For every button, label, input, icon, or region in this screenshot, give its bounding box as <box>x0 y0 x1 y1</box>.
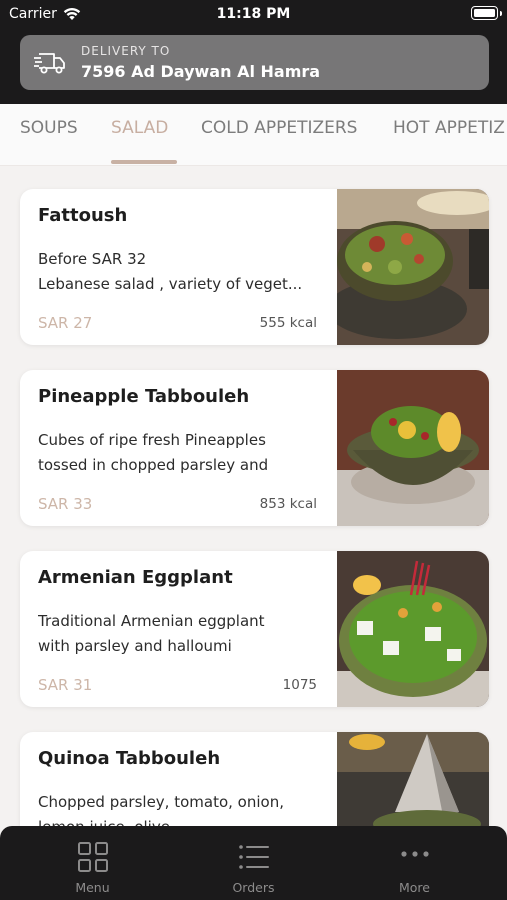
nav-orders-label: Orders <box>232 880 275 895</box>
nav-orders[interactable]: Orders <box>169 826 338 900</box>
tab-cold-appetizers[interactable]: COLD APPETIZERS <box>201 118 357 138</box>
item-description-line: tossed in chopped parsley and <box>38 456 269 474</box>
truck-icon <box>34 52 65 73</box>
pineapple-tabbouleh-photo <box>337 370 489 526</box>
item-price: SAR 31 <box>38 676 93 694</box>
battery-icon <box>471 6 502 20</box>
item-description-line: lemon juice, olive <box>38 815 328 826</box>
item-price: SAR 27 <box>38 314 93 332</box>
item-description-line: Chopped parsley, tomato, onion, <box>38 793 284 811</box>
item-description: Before SAR 32 Lebanese salad , variety o… <box>38 247 328 297</box>
header: Carrier 11:18 PM DELIVERY TO 7596 Ad Day… <box>0 0 507 104</box>
item-description-line: with parsley and halloumi <box>38 637 232 655</box>
quinoa-tabbouleh-photo <box>337 732 489 826</box>
item-calories: 555 kcal <box>259 315 317 331</box>
delivery-address-button[interactable]: DELIVERY TO 7596 Ad Daywan Al Hamra <box>20 35 489 90</box>
item-calories: 1075 <box>282 677 317 693</box>
tab-hot-appetizers[interactable]: HOT APPETIZ <box>393 118 505 138</box>
item-price: SAR 33 <box>38 495 93 513</box>
nav-more[interactable]: More <box>330 826 499 900</box>
delivery-label: DELIVERY TO <box>81 44 171 58</box>
item-description-line: Cubes of ripe fresh Pineapples <box>38 431 266 449</box>
item-calories: 853 kcal <box>259 496 317 512</box>
menu-item-card[interactable]: Quinoa Tabbouleh Chopped parsley, tomato… <box>20 732 489 826</box>
tab-soups[interactable]: SOUPS <box>20 118 78 138</box>
item-description-line: Traditional Armenian eggplant <box>38 612 265 630</box>
nav-more-label: More <box>399 880 430 895</box>
armenian-eggplant-photo <box>337 551 489 707</box>
item-description: Traditional Armenian eggplant with parsl… <box>38 609 328 659</box>
list-icon <box>238 845 269 869</box>
fattoush-photo <box>337 189 489 345</box>
menu-item-card[interactable]: Fattoush Before SAR 32 Lebanese salad , … <box>20 189 489 345</box>
item-name: Pineapple Tabbouleh <box>38 386 250 407</box>
menu-item-card[interactable]: Pineapple Tabbouleh Cubes of ripe fresh … <box>20 370 489 526</box>
more-dots-icon <box>400 851 429 857</box>
item-description-line: Lebanese salad , variety of veget... <box>38 275 303 293</box>
nav-menu[interactable]: Menu <box>8 826 177 900</box>
item-description: Chopped parsley, tomato, onion, lemon ju… <box>38 790 328 826</box>
item-description-line: Before SAR 32 <box>38 250 147 268</box>
delivery-text: DELIVERY TO 7596 Ad Daywan Al Hamra <box>81 44 320 81</box>
menu-item-card[interactable]: Armenian Eggplant Traditional Armenian e… <box>20 551 489 707</box>
item-name: Fattoush <box>38 205 128 226</box>
clock: 11:18 PM <box>216 6 291 22</box>
category-tabs: SOUPS SALAD COLD APPETIZERS HOT APPETIZ <box>0 104 507 166</box>
item-name: Armenian Eggplant <box>38 567 233 588</box>
menu-list[interactable]: Fattoush Before SAR 32 Lebanese salad , … <box>0 166 507 826</box>
delivery-address: 7596 Ad Daywan Al Hamra <box>81 62 321 81</box>
tab-salad[interactable]: SALAD <box>111 118 168 138</box>
nav-menu-label: Menu <box>75 880 110 895</box>
grid-icon <box>77 842 108 872</box>
item-description: Cubes of ripe fresh Pineapples tossed in… <box>38 428 328 478</box>
bottom-nav: Menu Orders More <box>0 826 507 900</box>
status-bar: Carrier 11:18 PM <box>0 0 507 28</box>
active-tab-indicator <box>111 160 177 164</box>
item-name: Quinoa Tabbouleh <box>38 748 221 769</box>
